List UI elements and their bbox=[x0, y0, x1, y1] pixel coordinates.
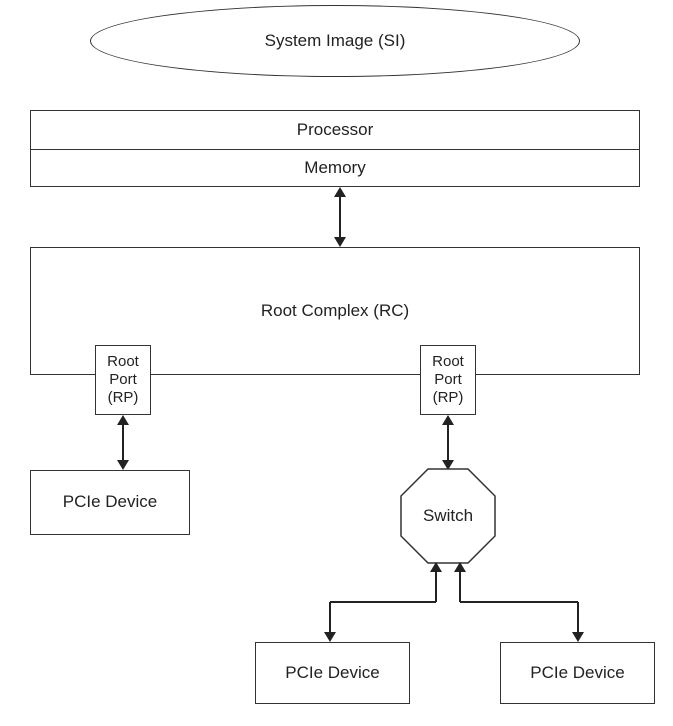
system-image-label: System Image (SI) bbox=[265, 31, 406, 51]
pcie-device-bl-node: PCIe Device bbox=[255, 642, 410, 704]
root-port-left-label: Root Port (RP) bbox=[107, 353, 139, 407]
switch-node: Switch bbox=[400, 468, 496, 564]
arrow-memory-rootcomplex bbox=[330, 187, 350, 247]
switch-label: Switch bbox=[423, 506, 473, 526]
memory-node: Memory bbox=[30, 149, 640, 187]
pcie-device-bl-label: PCIe Device bbox=[285, 663, 379, 683]
pcie-device-br-node: PCIe Device bbox=[500, 642, 655, 704]
memory-label: Memory bbox=[304, 158, 365, 178]
arrow-rpleft-pcie bbox=[113, 415, 133, 470]
root-port-left-node: Root Port (RP) bbox=[95, 345, 151, 415]
root-port-right-node: Root Port (RP) bbox=[420, 345, 476, 415]
arrow-switch-pcie-bl bbox=[310, 562, 450, 642]
arrow-rpright-switch bbox=[438, 415, 458, 470]
pcie-device-br-label: PCIe Device bbox=[530, 663, 624, 683]
root-complex-label: Root Complex (RC) bbox=[261, 301, 409, 321]
pcie-device-left-label: PCIe Device bbox=[63, 492, 157, 512]
diagram-stage: System Image (SI) Processor Memory Root … bbox=[0, 0, 673, 726]
system-image-node: System Image (SI) bbox=[90, 5, 580, 77]
processor-label: Processor bbox=[297, 120, 374, 140]
root-port-right-label: Root Port (RP) bbox=[432, 353, 464, 407]
arrow-switch-pcie-br bbox=[450, 562, 600, 642]
pcie-device-left-node: PCIe Device bbox=[30, 470, 190, 535]
processor-node: Processor bbox=[30, 110, 640, 150]
